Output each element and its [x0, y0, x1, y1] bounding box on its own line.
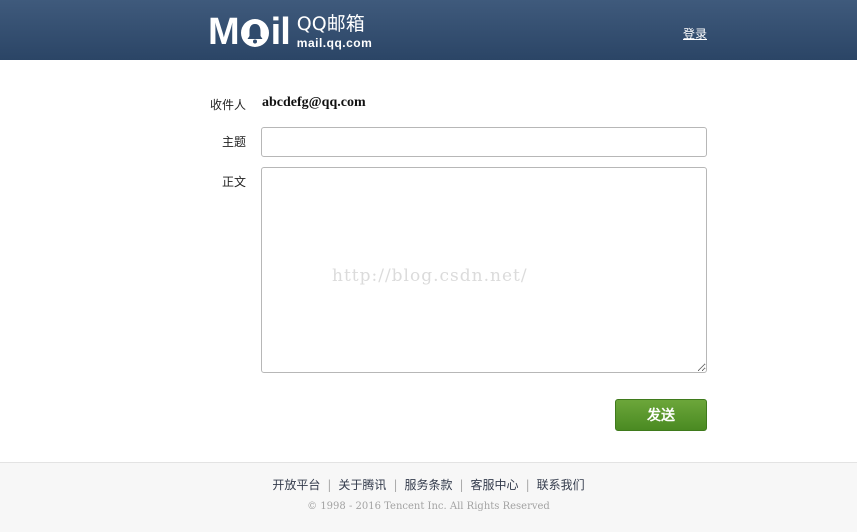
- logo-text: QQ邮箱 mail.qq.com: [296, 13, 373, 50]
- footer-separator: |: [459, 478, 464, 492]
- logo-letters-il: il: [270, 11, 291, 53]
- subject-label: 主题: [221, 135, 246, 149]
- subject-input[interactable]: [261, 127, 707, 157]
- top-bar: M il QQ邮箱 mail.qq.com 登录: [0, 0, 857, 60]
- login-link[interactable]: 登录: [683, 25, 707, 42]
- body-textarea[interactable]: [261, 167, 707, 373]
- recipient-address: abcdefg@qq.com: [262, 95, 366, 110]
- footer-link-open-platform[interactable]: 开放平台: [272, 478, 320, 492]
- footer-link-terms[interactable]: 服务条款: [404, 478, 452, 492]
- logo-wordmark: M il: [208, 11, 291, 53]
- recipient-label: 收件人: [209, 98, 246, 112]
- footer-links: 开放平台 | 关于腾讯 | 服务条款 | 客服中心 | 联系我们: [0, 476, 857, 493]
- footer-separator: |: [327, 478, 332, 492]
- footer-separator: |: [525, 478, 530, 492]
- footer-separator: |: [393, 478, 398, 492]
- logo-letter-m: M: [208, 11, 240, 53]
- copyright-text: © 1998 - 2016 Tencent Inc. All Rights Re…: [307, 501, 550, 512]
- footer-link-support[interactable]: 客服中心: [471, 478, 519, 492]
- send-button[interactable]: 发送: [615, 399, 707, 431]
- footer: 开放平台 | 关于腾讯 | 服务条款 | 客服中心 | 联系我们 © 1998 - 2016 T…: [0, 462, 857, 532]
- qq-mail-logo[interactable]: M il QQ邮箱 mail.qq.com: [208, 13, 372, 51]
- logo-product-name: QQ邮箱: [296, 13, 365, 35]
- footer-link-contact[interactable]: 联系我们: [537, 478, 585, 492]
- body-label: 正文: [221, 175, 246, 189]
- footer-link-about-tencent[interactable]: 关于腾讯: [338, 478, 386, 492]
- bell-icon: [240, 17, 270, 49]
- logo-domain: mail.qq.com: [296, 36, 373, 50]
